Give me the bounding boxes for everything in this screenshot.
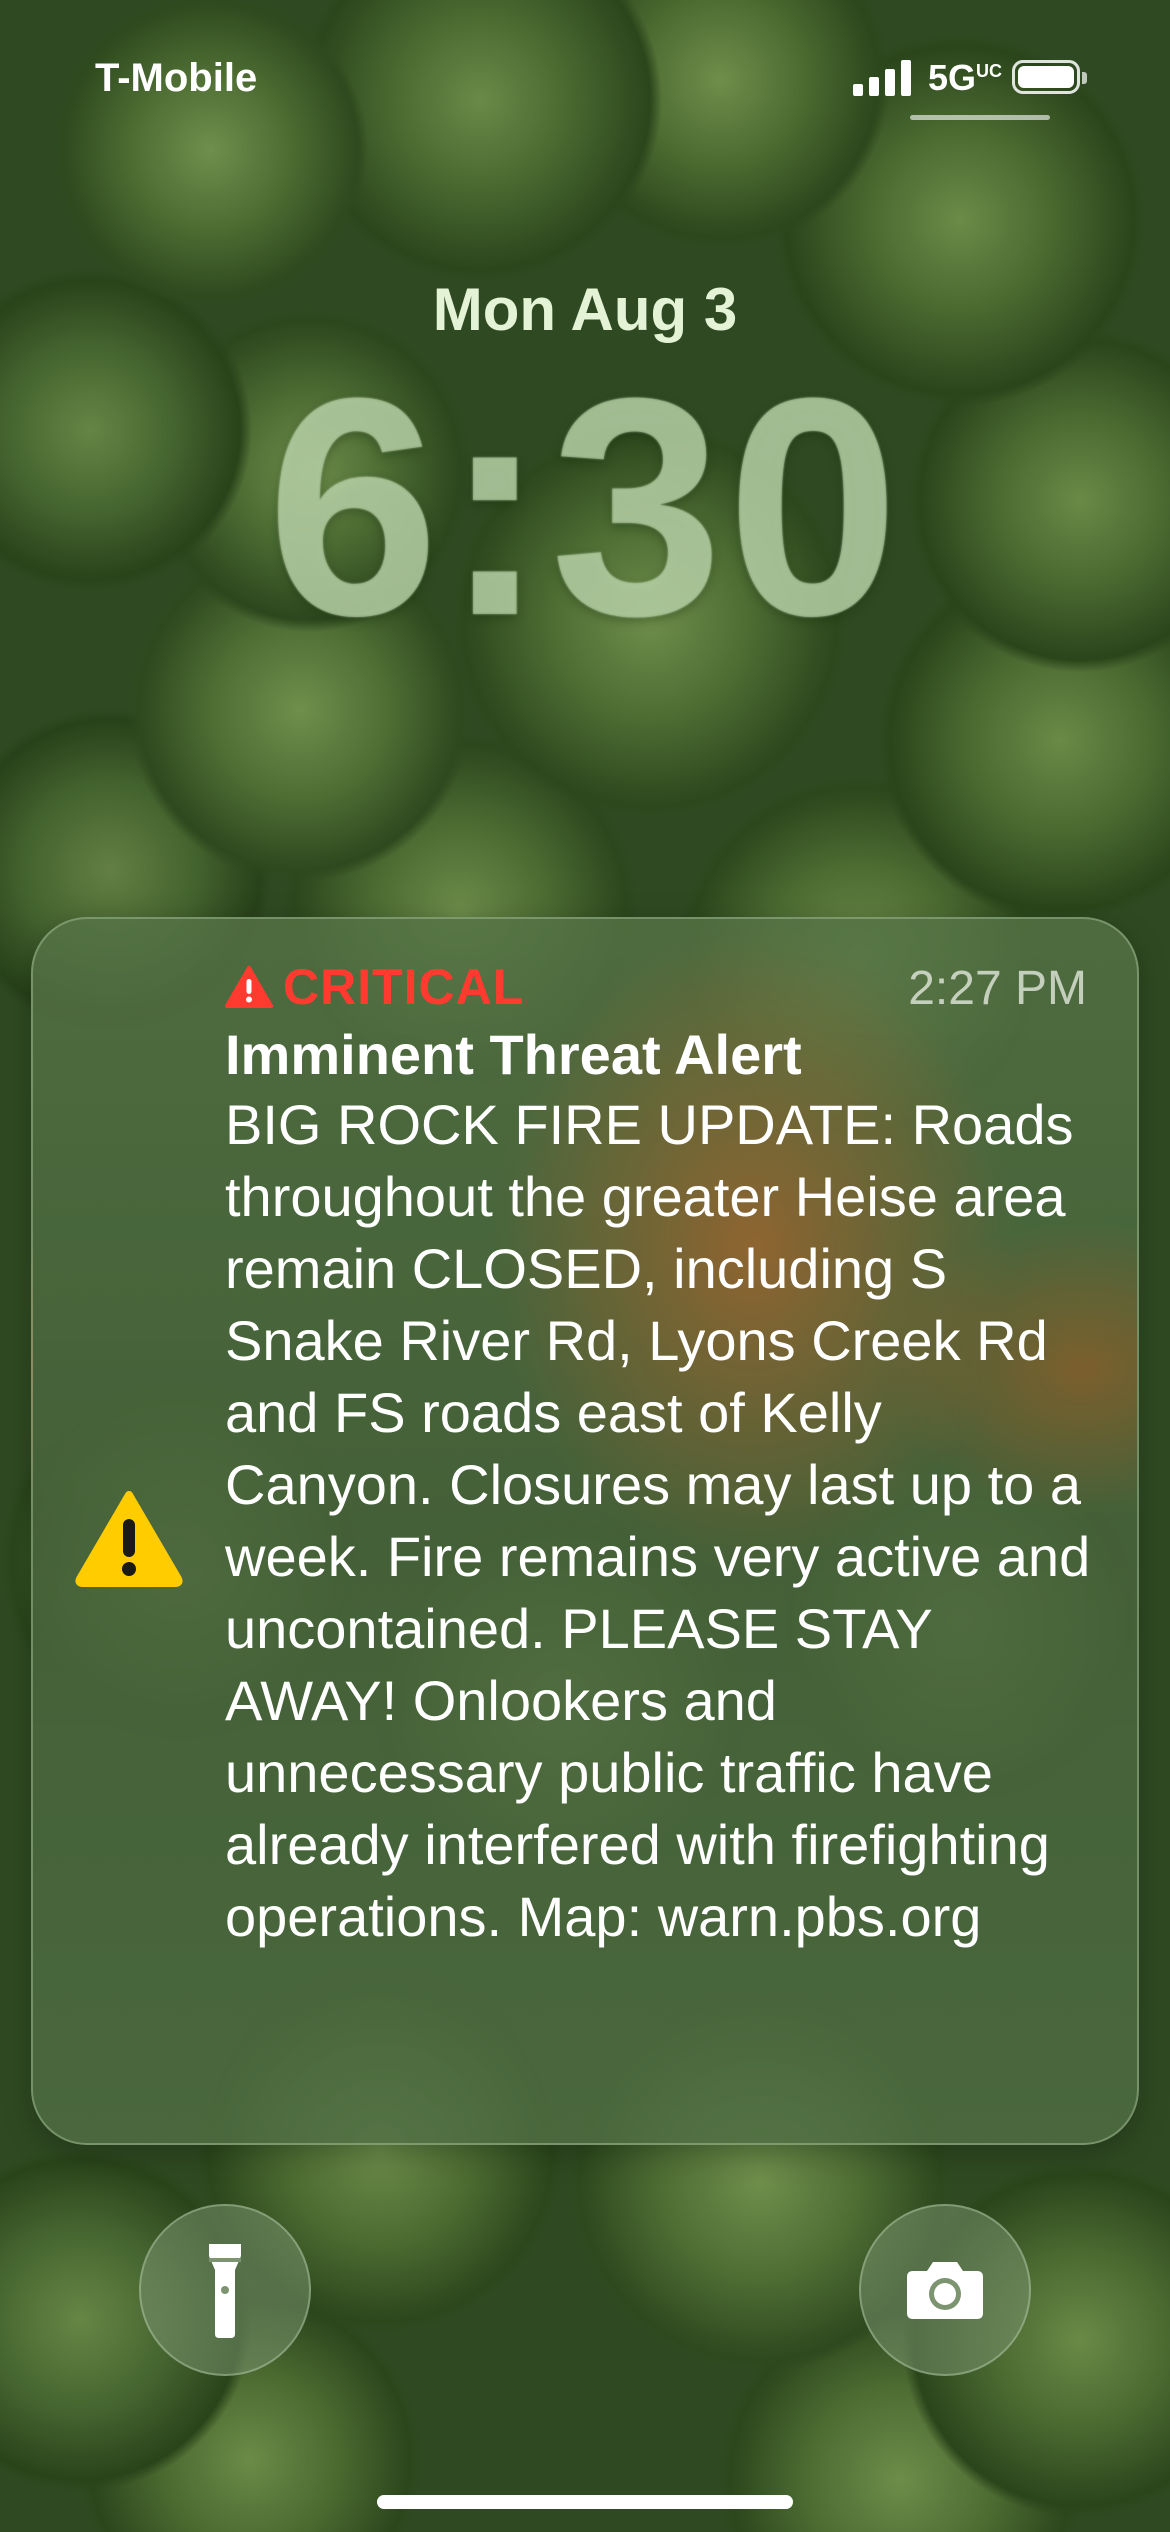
emergency-alert-notification[interactable]: CRITICAL 2:27 PM Imminent Threat Alert B… bbox=[31, 917, 1139, 2145]
flashlight-icon bbox=[209, 2244, 241, 2338]
carrier-name: T-Mobile bbox=[95, 56, 258, 100]
alert-severity: CRITICAL bbox=[225, 959, 524, 1015]
lock-screen: T-Mobile 5GUC Mon Aug 3 6:30 CRITICAL 2:… bbox=[0, 0, 1170, 2532]
battery-icon bbox=[1012, 60, 1087, 94]
camera-icon bbox=[907, 2262, 983, 2319]
alert-title: Imminent Threat Alert bbox=[225, 1023, 802, 1086]
lock-time: 6:30 bbox=[266, 333, 904, 680]
network-superscript: UC bbox=[976, 61, 1003, 81]
flashlight-button[interactable] bbox=[139, 2204, 311, 2376]
severity-label: CRITICAL bbox=[283, 959, 525, 1015]
control-center-indicator[interactable] bbox=[910, 115, 1050, 120]
home-indicator[interactable] bbox=[377, 2495, 793, 2509]
camera-button[interactable] bbox=[859, 2204, 1031, 2376]
network-type: 5GUC bbox=[928, 57, 1003, 98]
alert-message: BIG ROCK FIRE UPDATE: Roads throughout t… bbox=[225, 1093, 1091, 1948]
alert-timestamp: 2:27 PM bbox=[908, 962, 1087, 1015]
cellular-signal-icon bbox=[853, 60, 915, 96]
warning-sign-icon bbox=[75, 1491, 183, 1587]
warning-triangle-icon bbox=[225, 966, 273, 1008]
status-bar: T-Mobile 5GUC bbox=[0, 0, 1170, 150]
